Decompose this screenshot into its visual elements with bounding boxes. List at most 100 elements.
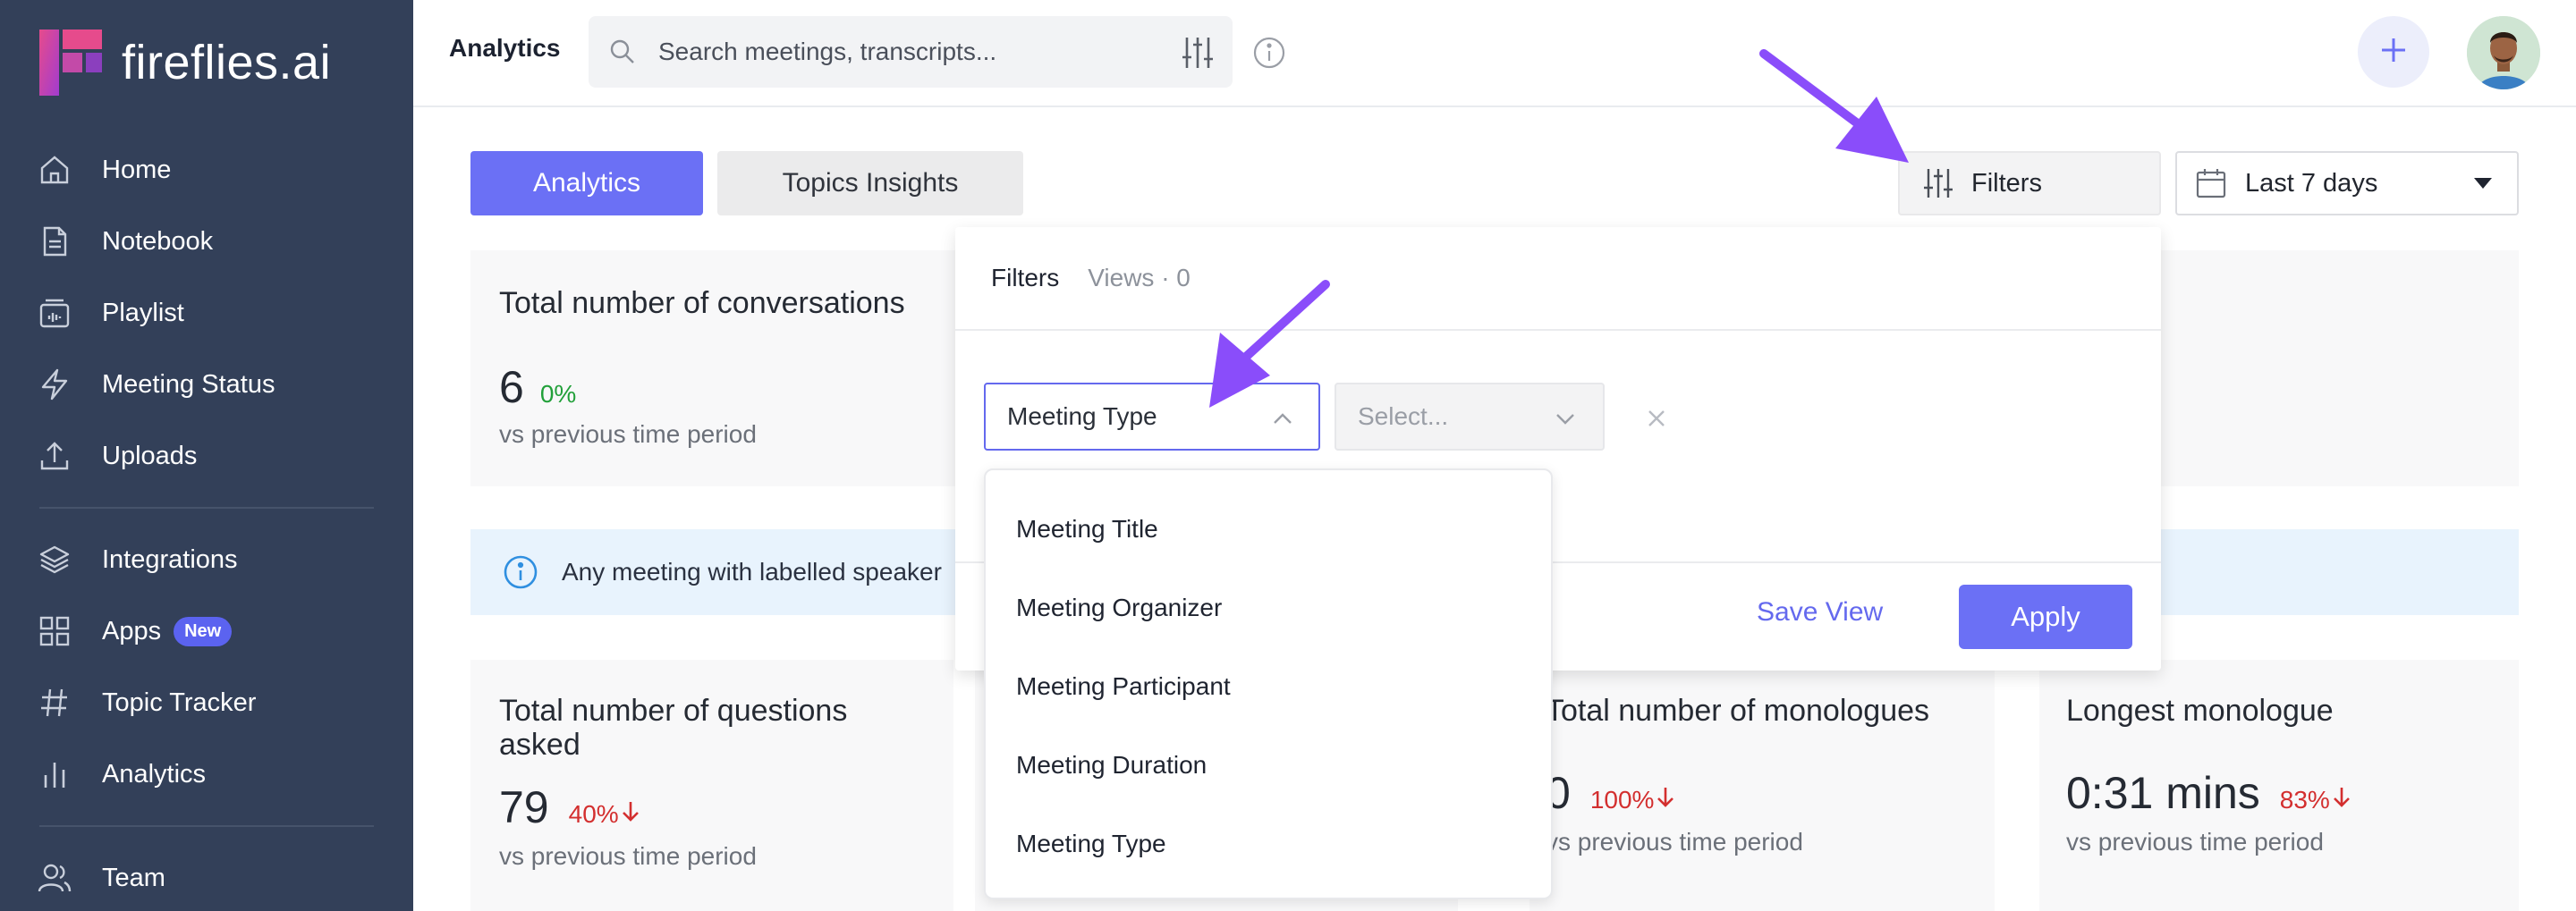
tune-icon[interactable] xyxy=(1179,34,1216,72)
calendar-icon xyxy=(2195,167,2227,199)
upload-icon xyxy=(38,439,72,473)
metric-change: 100% xyxy=(1589,786,1655,814)
card-subtext: vs previous time period xyxy=(499,842,757,870)
filters-button[interactable]: Filters xyxy=(1898,151,2161,215)
dropdown-option-meeting-type[interactable]: Meeting Type xyxy=(1016,830,1166,858)
card-subtext: vs previous time period xyxy=(499,420,757,448)
new-badge: New xyxy=(174,616,233,646)
metric-change: 83% xyxy=(2279,786,2330,814)
card-title: Total number of conversations xyxy=(499,286,905,320)
date-range-value: Last 7 days xyxy=(2245,168,2378,198)
team-icon xyxy=(38,861,72,895)
close-icon[interactable] xyxy=(1644,406,1669,431)
card-title: Longest monologue xyxy=(2066,694,2334,728)
card-subtext: vs previous time period xyxy=(1546,828,1803,856)
metric-value: 0:31 mins xyxy=(2066,768,2260,818)
sidebar-item-label: Team xyxy=(102,863,165,892)
dropdown-option-meeting-title[interactable]: Meeting Title xyxy=(1016,515,1158,544)
sidebar-item-label: Uploads xyxy=(102,441,198,470)
sliders-icon xyxy=(1921,166,1955,200)
card-title: Total number of questions asked xyxy=(499,694,848,762)
sidebar-item-label: Topic Tracker xyxy=(102,687,257,717)
sidebar-item-home[interactable]: Home xyxy=(0,134,413,206)
chevron-up-icon xyxy=(1272,409,1293,427)
user-avatar[interactable] xyxy=(2467,16,2540,89)
info-circle-icon xyxy=(503,554,538,590)
sidebar-item-label: Notebook xyxy=(102,226,214,256)
sidebar-item-analytics[interactable]: Analytics xyxy=(0,738,413,810)
sidebar-item-label: Apps xyxy=(102,616,162,645)
card-metric: 79 40% xyxy=(499,781,640,833)
sidebar-item-integrations[interactable]: Integrations xyxy=(0,524,413,595)
sidebar-item-label: Meeting Status xyxy=(102,369,275,399)
sidebar-item-topic-tracker[interactable]: Topic Tracker xyxy=(0,667,413,738)
search-input[interactable] xyxy=(658,38,1159,66)
filters-panel-header: Filters Views · 0 xyxy=(955,227,2161,331)
banner-text: Any meeting with labelled speaker xyxy=(562,558,942,586)
sidebar-divider xyxy=(39,825,374,827)
dropdown-option-meeting-organizer[interactable]: Meeting Organizer xyxy=(1016,594,1222,622)
sidebar-item-notebook[interactable]: Notebook xyxy=(0,206,413,277)
metric-value: 6 xyxy=(499,362,524,412)
sidebar-item-team[interactable]: Team xyxy=(0,842,413,911)
sidebar-item-meeting-status[interactable]: Meeting Status xyxy=(0,349,413,420)
card-subtext: vs previous time period xyxy=(2066,828,2324,856)
metric-change: 0% xyxy=(539,380,577,408)
search-bar[interactable] xyxy=(589,16,1233,88)
add-button[interactable] xyxy=(2358,16,2429,88)
sidebar-item-label: Playlist xyxy=(102,298,184,327)
grid-icon xyxy=(38,614,72,648)
card-top-right xyxy=(2161,250,2519,486)
chevron-down-icon xyxy=(1555,409,1576,427)
sidebar-divider xyxy=(39,507,374,509)
metric-change: 40% xyxy=(568,800,619,828)
topbar: Analytics xyxy=(413,0,2576,107)
search-icon xyxy=(608,38,637,66)
fireflies-logo-icon xyxy=(39,30,102,96)
dropdown-option-meeting-duration[interactable]: Meeting Duration xyxy=(1016,751,1207,780)
bar-chart-icon xyxy=(38,757,72,791)
sidebar-item-playlist[interactable]: Playlist xyxy=(0,277,413,349)
sidebar-item-label: Analytics xyxy=(102,759,207,789)
logo[interactable]: fireflies.ai xyxy=(39,27,331,98)
hash-icon xyxy=(38,686,72,720)
layers-icon xyxy=(38,543,72,577)
sidebar-item-apps[interactable]: Apps New xyxy=(0,595,413,667)
arrow-down-icon xyxy=(621,799,640,822)
dropdown-option-meeting-participant[interactable]: Meeting Participant xyxy=(1016,672,1231,701)
card-metric: 0:31 mins 83% xyxy=(2066,767,2351,819)
date-range-select[interactable]: Last 7 days xyxy=(2175,151,2519,215)
caret-down-icon xyxy=(2474,178,2492,189)
playlist-icon xyxy=(38,296,72,330)
info-icon[interactable] xyxy=(1252,36,1286,70)
notebook-icon xyxy=(38,224,72,258)
card-total-monologues: Total number of monologues 0 100% vs pre… xyxy=(1530,660,1995,911)
save-view-button[interactable]: Save View xyxy=(1757,597,1883,628)
views-count[interactable]: Views · 0 xyxy=(1088,264,1191,292)
plus-icon xyxy=(2378,35,2409,70)
filter-field-value: Meeting Type xyxy=(1007,402,1157,430)
card-longest-monologue: Longest monologue 0:31 mins 83% vs previ… xyxy=(2039,660,2519,911)
sidebar-item-label: Integrations xyxy=(102,544,238,574)
filter-field-select[interactable]: Meeting Type xyxy=(984,383,1320,451)
card-total-questions: Total number of questions asked 79 40% v… xyxy=(470,660,953,911)
tab-topics-insights[interactable]: Topics Insights xyxy=(717,151,1023,215)
lightning-icon xyxy=(38,367,72,401)
sidebar-item-uploads[interactable]: Uploads xyxy=(0,420,413,492)
tab-analytics[interactable]: Analytics xyxy=(470,151,703,215)
apply-button[interactable]: Apply xyxy=(1959,585,2132,649)
sidebar-nav: Home Notebook Playlist Meeting Status Up… xyxy=(0,134,413,911)
arrow-down-icon xyxy=(2332,785,2351,808)
sidebar: fireflies.ai Home Notebook Playlist Meet… xyxy=(0,0,413,911)
card-title: Total number of monologues xyxy=(1546,694,1930,728)
filters-panel-title: Filters xyxy=(991,264,1060,291)
filter-value-select[interactable]: Select... xyxy=(1335,383,1605,451)
card-total-conversations: Total number of conversations 6 0% vs pr… xyxy=(470,250,971,486)
page-title: Analytics xyxy=(449,34,561,62)
home-icon xyxy=(38,153,72,187)
filters-label: Filters xyxy=(1971,168,2042,198)
sidebar-item-label: Home xyxy=(102,155,172,184)
brand-name: fireflies.ai xyxy=(122,36,332,89)
arrow-down-icon xyxy=(1656,785,1675,808)
metric-value: 79 xyxy=(499,782,549,832)
